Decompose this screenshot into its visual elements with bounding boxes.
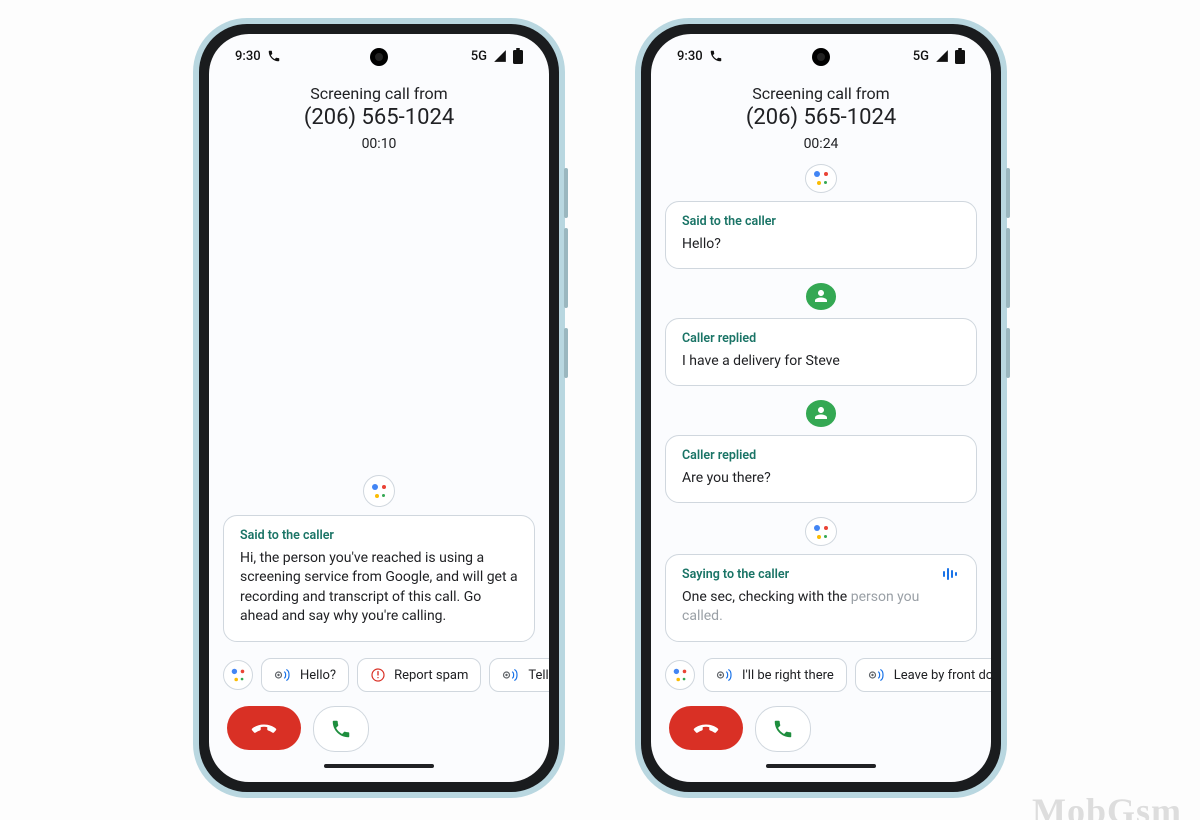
report-icon	[370, 667, 386, 683]
transcript-body: Are you there?	[682, 469, 960, 489]
assistant-icon[interactable]	[665, 660, 695, 690]
assistant-icon[interactable]	[223, 660, 253, 690]
voice-reply-icon	[868, 667, 886, 683]
transcript-card-live: Saying to the caller One sec, checking w…	[665, 554, 977, 642]
caller-number: (206) 565-1024	[229, 103, 529, 130]
caller-number: (206) 565-1024	[671, 103, 971, 130]
watermark: MobGsm	[1032, 790, 1182, 820]
assistant-avatar-icon	[805, 164, 837, 193]
transcript-label: Caller replied	[682, 448, 960, 463]
caller-avatar-icon	[806, 283, 836, 310]
header-text: Screening call from	[229, 84, 529, 103]
chip-leave-by-door[interactable]: Leave by front door	[855, 658, 991, 692]
hangup-icon	[250, 714, 278, 742]
chip-be-right-there[interactable]: I'll be right there	[703, 658, 847, 692]
caller-avatar-icon	[806, 400, 836, 427]
call-timer: 00:24	[671, 130, 971, 152]
suggestion-chips: Hello? Report spam Tell me mo	[209, 648, 549, 692]
answer-button[interactable]	[755, 706, 811, 752]
call-timer: 00:10	[229, 130, 529, 152]
status-time: 9:30	[235, 49, 261, 64]
chip-label: I'll be right there	[742, 668, 834, 683]
call-action-row	[651, 692, 991, 764]
chip-tell-me-more[interactable]: Tell me mo	[489, 658, 549, 692]
transcript-body: One sec, checking with the person you ca…	[682, 588, 960, 627]
signal-icon	[935, 49, 949, 63]
transcript-card: Said to the caller Hi, the person you've…	[223, 515, 535, 642]
transcript-card: Said to the caller Hello?	[665, 201, 977, 270]
signal-icon	[493, 49, 507, 63]
chip-label: Tell me mo	[528, 668, 549, 683]
transcript-label: Said to the caller	[682, 214, 960, 229]
transcript-card: Caller replied I have a delivery for Ste…	[665, 318, 977, 387]
phone-mockup-1: 9:30 5G	[193, 18, 565, 798]
phone-mockup-2: 9:30 5G	[635, 18, 1007, 798]
call-action-row	[209, 692, 549, 764]
status-network: 5G	[471, 49, 487, 64]
phone-icon	[330, 718, 352, 740]
transcript-body: Hello?	[682, 235, 960, 255]
call-header: Screening call from (206) 565-1024 00:24	[651, 78, 991, 162]
call-active-icon	[267, 49, 281, 63]
voice-reply-icon	[274, 667, 292, 683]
chip-label: Hello?	[300, 668, 336, 683]
voice-reply-icon	[716, 667, 734, 683]
answer-button[interactable]	[313, 706, 369, 752]
transcript-card: Caller replied Are you there?	[665, 435, 977, 504]
audio-wave-icon	[942, 568, 960, 580]
camera-punch-hole	[812, 48, 830, 66]
transcript-body: I have a delivery for Steve	[682, 352, 960, 372]
battery-icon	[513, 48, 523, 64]
transcript-label: Said to the caller	[240, 528, 518, 543]
hangup-button[interactable]	[227, 706, 301, 750]
battery-icon	[955, 48, 965, 64]
status-network: 5G	[913, 49, 929, 64]
transcript-label: Saying to the caller	[682, 567, 789, 582]
assistant-avatar-icon	[363, 475, 395, 507]
transcript-area: Said to the caller Hi, the person you've…	[209, 162, 549, 648]
transcript-body: Hi, the person you've reached is using a…	[240, 549, 518, 627]
stage: 9:30 5G	[0, 0, 1200, 820]
call-header: Screening call from (206) 565-1024 00:10	[209, 78, 549, 162]
chip-label: Report spam	[394, 668, 468, 683]
gesture-nav-bar[interactable]	[209, 764, 549, 782]
hangup-icon	[692, 714, 720, 742]
chip-hello[interactable]: Hello?	[261, 658, 349, 692]
phone-icon	[772, 718, 794, 740]
transcript-area: Said to the caller Hello? Caller replied…	[651, 162, 991, 648]
status-time: 9:30	[677, 49, 703, 64]
call-active-icon	[709, 49, 723, 63]
camera-punch-hole	[370, 48, 388, 66]
header-text: Screening call from	[671, 84, 971, 103]
hangup-button[interactable]	[669, 706, 743, 750]
voice-reply-icon	[502, 667, 520, 683]
chip-report-spam[interactable]: Report spam	[357, 658, 481, 692]
assistant-avatar-icon	[805, 517, 837, 546]
suggestion-chips: I'll be right there Leave by front door	[651, 648, 991, 692]
transcript-label: Caller replied	[682, 331, 960, 346]
gesture-nav-bar[interactable]	[651, 764, 991, 782]
chip-label: Leave by front door	[894, 668, 991, 683]
